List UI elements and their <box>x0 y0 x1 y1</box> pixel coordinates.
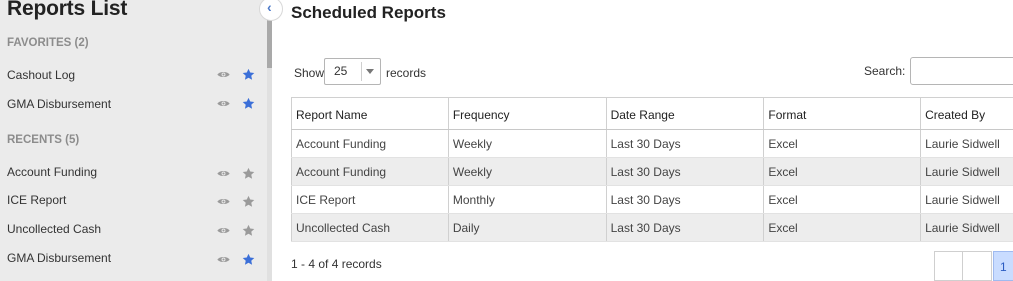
previous-page-button[interactable] <box>962 251 992 281</box>
eye-icon[interactable] <box>217 70 230 79</box>
current-page-number: 1 <box>1000 260 1007 274</box>
cell-date-range: Last 30 Days <box>606 129 765 158</box>
cell-report-name: Uncollected Cash <box>291 213 449 242</box>
table-row[interactable]: Account Funding Weekly Last 30 Days Exce… <box>291 157 1013 186</box>
eye-icon[interactable] <box>217 226 230 235</box>
cell-frequency: Weekly <box>448 129 607 158</box>
eye-icon[interactable] <box>217 169 230 178</box>
cell-report-name: Account Funding <box>291 129 449 158</box>
select-divider <box>361 62 362 81</box>
cell-frequency: Weekly <box>448 157 607 186</box>
collapse-sidebar-button[interactable]: ‹ <box>259 0 283 21</box>
search-label: Search: <box>864 64 906 78</box>
column-header-date-range[interactable]: Date Range <box>606 97 765 130</box>
sidebar-item-label: GMA Disbursement <box>7 251 112 265</box>
sidebar-title: Reports List <box>7 0 128 20</box>
favorites-header: FAVORITES (2) <box>7 37 89 49</box>
sidebar-item-cashout-log[interactable]: Cashout Log <box>0 61 267 89</box>
cell-report-name: Account Funding <box>291 157 449 186</box>
cell-created-by: Laurie Sidwell <box>920 213 1013 242</box>
column-header-format[interactable]: Format <box>763 97 922 130</box>
sidebar-item-gma-disbursement-recent[interactable]: GMA Disbursement <box>0 244 267 272</box>
cell-frequency: Monthly <box>448 185 607 214</box>
column-header-frequency[interactable]: Frequency <box>448 97 607 130</box>
page-button-current[interactable]: 1 <box>993 251 1013 281</box>
table-header-row: Report Name Frequency Date Range Format … <box>291 97 1013 130</box>
page-length-select[interactable]: 25 <box>324 58 381 85</box>
cell-format: Excel <box>763 185 922 214</box>
cell-format: Excel <box>763 157 922 186</box>
star-icon[interactable] <box>242 167 255 180</box>
table-row[interactable]: Account Funding Weekly Last 30 Days Exce… <box>291 129 1013 158</box>
search-input[interactable] <box>910 57 1013 85</box>
sidebar-item-account-funding[interactable]: Account Funding <box>0 158 267 186</box>
column-header-report-name[interactable]: Report Name <box>291 97 449 130</box>
star-icon[interactable] <box>242 224 255 237</box>
first-page-button[interactable] <box>934 251 963 281</box>
eye-icon[interactable] <box>217 99 230 108</box>
cell-report-name: ICE Report <box>291 185 449 214</box>
cell-frequency: Daily <box>448 213 607 242</box>
sidebar-item-uncollected-cash[interactable]: Uncollected Cash <box>0 215 267 243</box>
show-label: Show <box>294 66 325 80</box>
page-length-value: 25 <box>334 64 348 78</box>
star-icon[interactable] <box>242 68 255 81</box>
table-row[interactable]: ICE Report Monthly Last 30 Days Excel La… <box>291 185 1013 214</box>
eye-icon[interactable] <box>217 255 230 264</box>
cell-format: Excel <box>763 129 922 158</box>
column-header-created-by[interactable]: Created By <box>920 97 1013 130</box>
records-info: 1 - 4 of 4 records <box>291 257 382 271</box>
scheduled-reports-table: Report Name Frequency Date Range Format … <box>291 97 1013 242</box>
sidebar-item-label: ICE Report <box>7 193 67 207</box>
cell-created-by: Laurie Sidwell <box>920 157 1013 186</box>
recents-header: RECENTS (5) <box>7 134 80 146</box>
caret-down-icon <box>366 69 374 74</box>
chevron-left-icon: ‹ <box>267 0 272 15</box>
page-title: Scheduled Reports <box>291 3 446 22</box>
sidebar-item-label: Cashout Log <box>7 68 76 82</box>
records-label: records <box>386 66 427 80</box>
star-icon[interactable] <box>242 97 255 110</box>
star-icon[interactable] <box>242 253 255 266</box>
cell-format: Excel <box>763 213 922 242</box>
cell-created-by: Laurie Sidwell <box>920 185 1013 214</box>
star-icon[interactable] <box>242 195 255 208</box>
sidebar-scrollbar[interactable] <box>267 0 272 281</box>
sidebar-item-gma-disbursement[interactable]: GMA Disbursement <box>0 90 267 118</box>
table-row[interactable]: Uncollected Cash Daily Last 30 Days Exce… <box>291 213 1013 242</box>
cell-created-by: Laurie Sidwell <box>920 129 1013 158</box>
cell-date-range: Last 30 Days <box>606 213 765 242</box>
reports-sidebar: Reports List FAVORITES (2) Cashout Log G… <box>0 0 267 281</box>
sidebar-item-label: Uncollected Cash <box>7 222 102 236</box>
cell-date-range: Last 30 Days <box>606 157 765 186</box>
sidebar-item-label: Account Funding <box>7 165 98 179</box>
cell-date-range: Last 30 Days <box>606 185 765 214</box>
sidebar-item-ice-report[interactable]: ICE Report <box>0 186 267 214</box>
eye-icon[interactable] <box>217 197 230 206</box>
sidebar-item-label: GMA Disbursement <box>7 97 112 111</box>
